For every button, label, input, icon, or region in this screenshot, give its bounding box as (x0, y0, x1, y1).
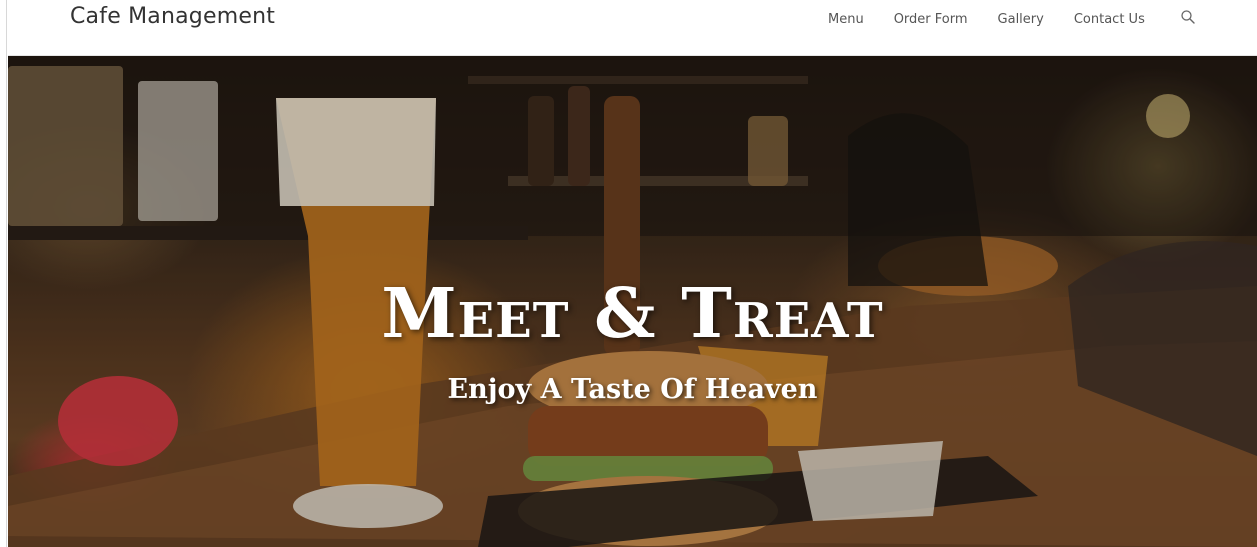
nav-item-menu[interactable]: Menu (828, 12, 864, 27)
site-brand[interactable]: Cafe Management (70, 4, 275, 29)
site-header: Cafe Management Menu Order Form Gallery … (8, 0, 1257, 56)
nav-item-gallery[interactable]: Gallery (998, 12, 1044, 27)
search-icon[interactable] (1180, 9, 1196, 25)
hero-title: Meet & Treat (381, 274, 884, 354)
window-edge (0, 0, 7, 547)
nav-item-contact-us[interactable]: Contact Us (1074, 12, 1145, 27)
main-nav: Menu Order Form Gallery Contact Us (828, 10, 1175, 28)
nav-item-order-form[interactable]: Order Form (894, 12, 968, 27)
hero-subtitle: Enjoy A Taste Of Heaven (447, 374, 818, 405)
hero-banner: Meet & Treat Enjoy A Taste Of Heaven (8, 56, 1257, 547)
